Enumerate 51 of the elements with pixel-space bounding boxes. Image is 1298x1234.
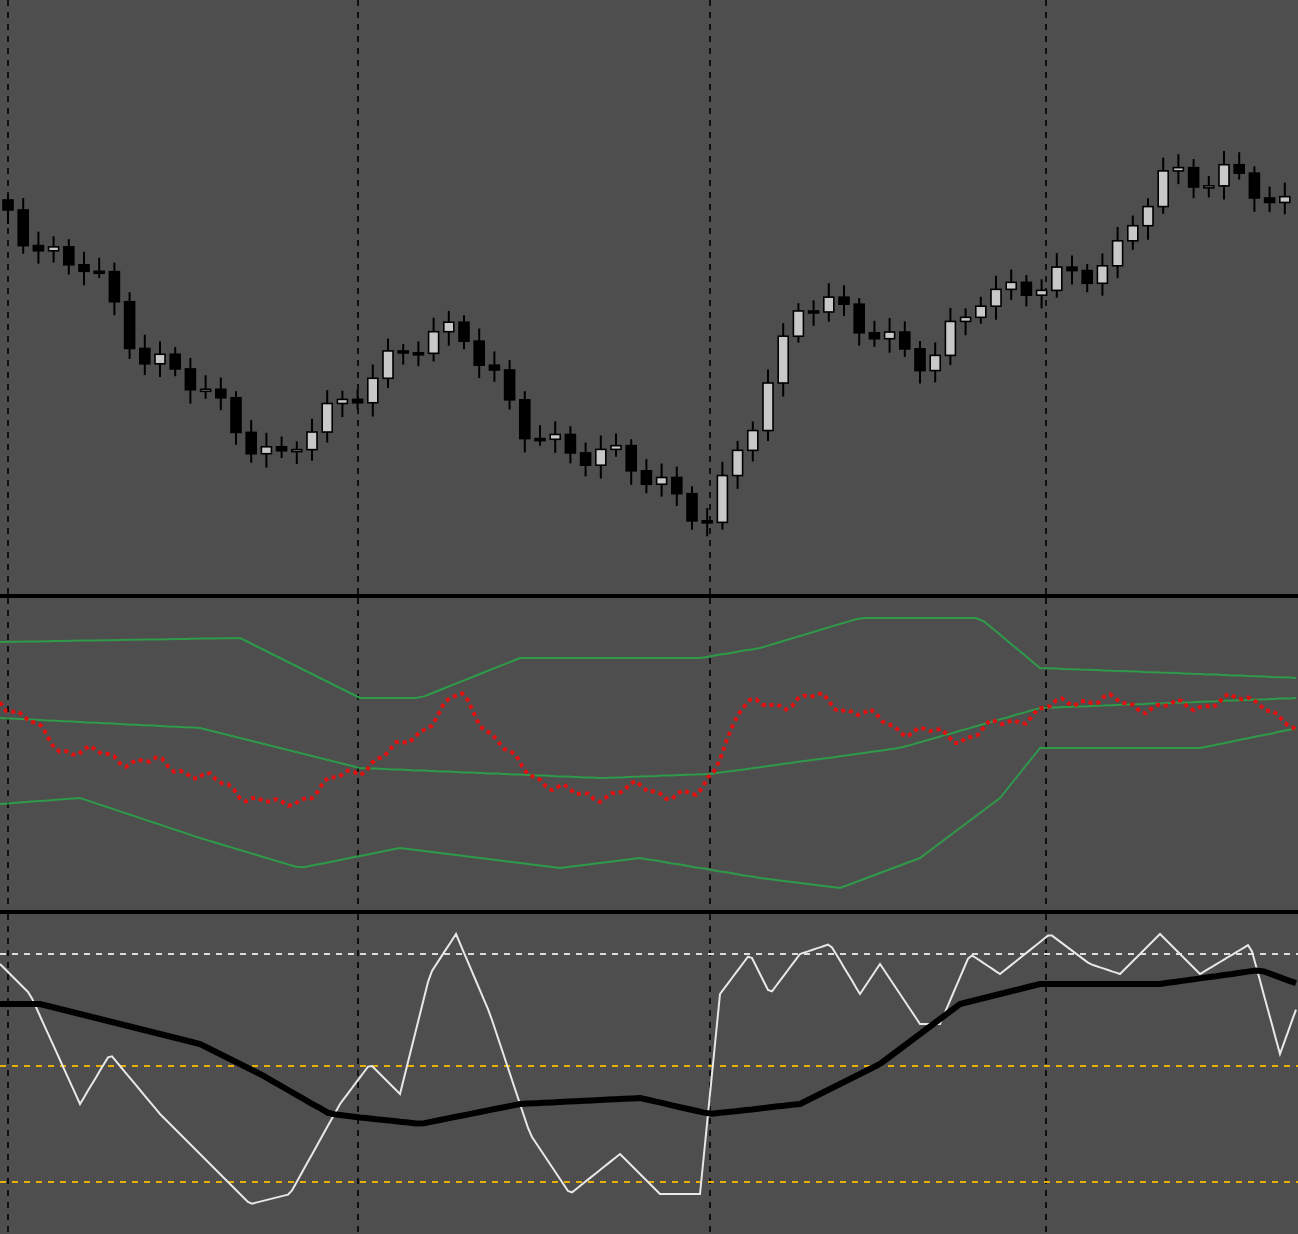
candlestick bbox=[899, 320, 911, 359]
candlestick bbox=[63, 238, 75, 276]
candlestick bbox=[1233, 151, 1245, 181]
candlestick bbox=[823, 282, 835, 323]
candlestick bbox=[625, 438, 637, 486]
candlestick bbox=[291, 440, 303, 465]
candlestick bbox=[1279, 181, 1291, 216]
candlestick bbox=[929, 341, 941, 384]
candlestick bbox=[367, 363, 379, 418]
candlestick bbox=[321, 389, 333, 444]
candlestick bbox=[215, 376, 227, 412]
candlestick bbox=[93, 256, 105, 280]
candlestick bbox=[1127, 214, 1139, 251]
candlestick bbox=[549, 420, 561, 454]
candlestick bbox=[534, 424, 546, 447]
candlestick bbox=[1218, 149, 1230, 201]
candlestick bbox=[1005, 268, 1017, 301]
candlestick bbox=[78, 250, 90, 287]
candlestick bbox=[610, 432, 622, 458]
candlestick bbox=[519, 390, 531, 454]
candlestick bbox=[1157, 156, 1169, 215]
candlestick bbox=[1142, 197, 1154, 241]
candlestick bbox=[154, 340, 166, 379]
candlestick bbox=[1203, 174, 1215, 199]
candlestick bbox=[838, 284, 850, 317]
candlestick bbox=[1066, 254, 1078, 286]
candlestick bbox=[2, 193, 14, 225]
candlestick bbox=[686, 485, 698, 531]
candlestick bbox=[1081, 263, 1093, 294]
candlestick bbox=[914, 340, 926, 385]
candlestick bbox=[777, 322, 789, 398]
candlestick bbox=[169, 345, 181, 378]
candlestick bbox=[1051, 252, 1063, 299]
candlestick bbox=[671, 465, 683, 508]
candlestick bbox=[443, 309, 455, 347]
candlestick bbox=[458, 314, 470, 351]
candlestick bbox=[397, 343, 409, 366]
candlestick bbox=[595, 434, 607, 480]
candlestick bbox=[230, 390, 242, 446]
candlestick bbox=[747, 420, 759, 463]
candlestick bbox=[306, 417, 318, 462]
candlestick bbox=[990, 274, 1002, 321]
candlestick bbox=[382, 337, 394, 389]
candlestick bbox=[762, 368, 774, 443]
candlestick bbox=[701, 507, 713, 538]
candlestick bbox=[853, 297, 865, 347]
candlestick bbox=[245, 419, 257, 464]
candlestick bbox=[975, 295, 987, 325]
candlestick bbox=[473, 327, 485, 380]
candlestick bbox=[17, 197, 29, 255]
candlestick bbox=[139, 333, 151, 376]
